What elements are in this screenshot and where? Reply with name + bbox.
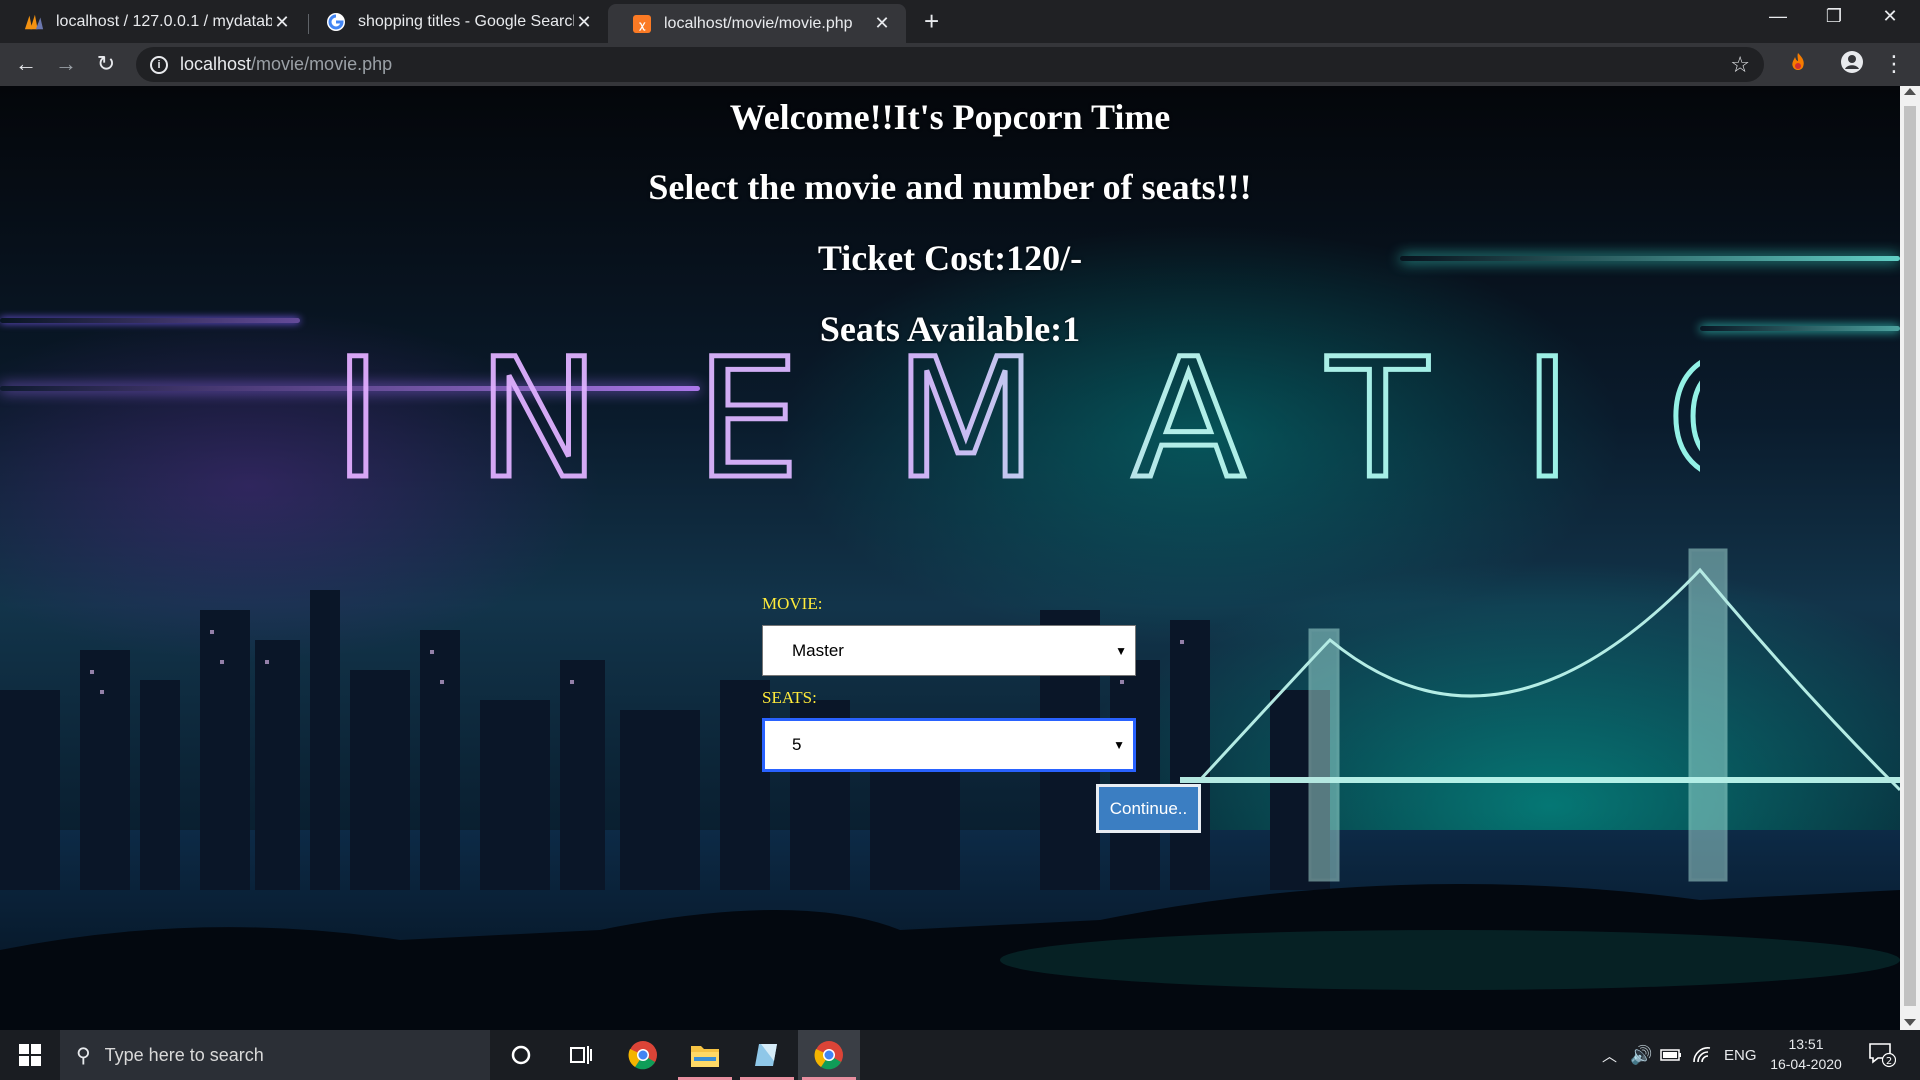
site-info-icon[interactable]: i	[150, 55, 168, 74]
taskbar-search[interactable]: ⚲ Type here to search	[60, 1030, 490, 1080]
dropdown-caret-icon: ▼	[1115, 643, 1127, 658]
welcome-heading: Welcome!!It's Popcorn Time	[729, 97, 1171, 137]
city-skyline-image	[0, 548, 1900, 1030]
volume-icon[interactable]: 🔊	[1630, 1030, 1652, 1080]
tab-google-search[interactable]: shopping titles - Google Search ✕	[302, 4, 608, 40]
start-button[interactable]	[0, 1030, 60, 1080]
tab-title: shopping titles - Google Search	[358, 13, 574, 30]
search-placeholder: Type here to search	[104, 1044, 264, 1065]
minimize-icon[interactable]: —	[1750, 6, 1806, 27]
google-icon	[326, 12, 346, 32]
ticket-cost-heading: Ticket Cost:120/-	[817, 238, 1083, 278]
show-hidden-icons-chevron-icon[interactable]: ︿	[1602, 1030, 1617, 1080]
seats-select-value: 5	[792, 735, 802, 754]
bookmark-star-icon[interactable]: ☆	[1730, 52, 1750, 78]
task-view-icon[interactable]	[550, 1030, 612, 1080]
address-bar[interactable]: i localhost /movie/movie.php ☆	[136, 47, 1764, 82]
close-window-icon[interactable]: ✕	[1862, 6, 1918, 27]
close-tab-icon[interactable]: ✕	[574, 12, 594, 33]
page-scrollbar[interactable]	[1900, 86, 1920, 1030]
notepad-app-icon[interactable]	[736, 1030, 798, 1080]
tab-strip: localhost / 127.0.0.1 / mydatabas ✕ shop…	[0, 0, 1920, 43]
profile-avatar-icon[interactable]	[1838, 50, 1866, 80]
scroll-up-arrow-icon[interactable]	[1904, 88, 1916, 95]
tab-movie-php[interactable]: ꭓ localhost/movie/movie.php ✕	[608, 4, 906, 43]
scrollbar-thumb[interactable]	[1904, 106, 1916, 1006]
notification-count: 2	[1886, 1056, 1892, 1067]
input-language[interactable]: ENG	[1724, 1030, 1757, 1080]
taskbar-clock[interactable]: 13:51 16-04-2020	[1758, 1034, 1854, 1074]
forward-arrow-icon[interactable]: →	[52, 51, 80, 77]
back-arrow-icon[interactable]: ←	[12, 51, 40, 77]
movie-select-value: Master	[792, 640, 844, 660]
tab-phpmyadmin[interactable]: localhost / 127.0.0.1 / mydatabas ✕	[0, 4, 306, 40]
extension-icon[interactable]	[1784, 52, 1812, 78]
seats-label: SEATS:	[762, 688, 817, 707]
windows-taskbar: ⚲ Type here to search ︿ 🔊 ENG 13:51 16-0…	[0, 1030, 1920, 1080]
windows-logo-icon	[19, 1044, 41, 1066]
url-path: /movie/movie.php	[251, 54, 393, 74]
clock-date: 16-04-2020	[1770, 1056, 1842, 1072]
chrome-active-window-icon[interactable]	[798, 1030, 860, 1080]
seats-select[interactable]: 5 ▼	[762, 718, 1136, 772]
movie-select[interactable]: Master ▼	[762, 625, 1136, 676]
reload-icon[interactable]: ↻	[92, 51, 120, 77]
wifi-icon[interactable]	[1692, 1030, 1712, 1080]
tab-title: localhost/movie/movie.php	[664, 14, 853, 32]
xampp-icon: ꭓ	[632, 14, 652, 34]
instruction-heading: Select the movie and number of seats!!!	[648, 167, 1252, 207]
new-tab-icon[interactable]: +	[924, 6, 939, 37]
file-explorer-icon[interactable]	[674, 1030, 736, 1080]
cortana-icon[interactable]	[490, 1030, 552, 1080]
continue-button[interactable]: Continue..	[1096, 784, 1201, 833]
battery-icon[interactable]	[1660, 1030, 1682, 1080]
movie-label: MOVIE:	[762, 594, 823, 613]
menu-kebab-icon[interactable]: ⋮	[1880, 51, 1908, 77]
seats-available-heading: Seats Available:1	[819, 309, 1081, 349]
scroll-down-arrow-icon[interactable]	[1904, 1019, 1916, 1026]
restore-icon[interactable]: ❐	[1806, 6, 1862, 27]
search-icon: ⚲	[76, 1044, 91, 1067]
dropdown-caret-icon: ▼	[1113, 738, 1125, 752]
cinematic-word: CINEMATIC	[300, 323, 1700, 515]
chrome-taskbar-icon[interactable]	[612, 1030, 674, 1080]
close-tab-icon[interactable]: ✕	[272, 12, 292, 33]
phpmyadmin-icon	[24, 12, 44, 32]
browser-toolbar: ← → ↻ i localhost /movie/movie.php ☆ ⋮	[0, 43, 1920, 86]
tab-title: localhost / 127.0.0.1 / mydatabas	[56, 13, 272, 30]
page-background: CINEMATIC	[0, 86, 1900, 1030]
close-tab-icon[interactable]: ✕	[872, 13, 892, 34]
url-host: localhost	[180, 54, 252, 74]
action-center-icon[interactable]: 2	[1868, 1030, 1896, 1080]
clock-time: 13:51	[1788, 1036, 1824, 1052]
